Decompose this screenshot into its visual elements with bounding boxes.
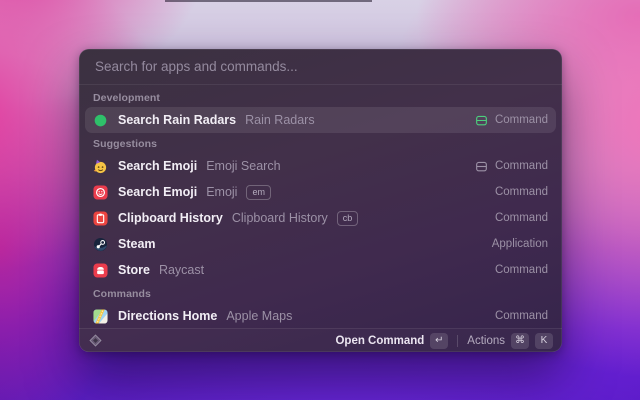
list-item[interactable]: Store Raycast Command bbox=[85, 257, 556, 283]
raycast-logo-icon bbox=[88, 333, 103, 348]
footer-actions: Open Command ↵ Actions ⌘ K bbox=[335, 332, 553, 349]
section-header: Commands bbox=[93, 288, 151, 300]
green-circle-icon bbox=[93, 113, 108, 128]
item-title: Directions Home bbox=[118, 309, 218, 323]
item-title: Clipboard History bbox=[118, 211, 223, 225]
item-accessory: Command bbox=[495, 186, 548, 198]
command-outline-icon-green bbox=[475, 114, 488, 127]
background-window-edge bbox=[165, 0, 372, 2]
item-accessory: Command bbox=[475, 114, 548, 127]
item-type-label: Command bbox=[494, 186, 548, 198]
item-accessory: Command bbox=[495, 212, 548, 224]
item-alias-badge: em bbox=[246, 184, 271, 200]
item-subtitle: Emoji bbox=[206, 185, 238, 199]
footer-divider bbox=[457, 334, 459, 347]
item-type-label: Command bbox=[494, 264, 548, 276]
item-alias-badge: cb bbox=[336, 210, 359, 226]
search-input[interactable] bbox=[93, 58, 548, 75]
item-type-label: Command bbox=[494, 212, 548, 224]
list-item[interactable]: Search Emoji Emoji em Command bbox=[85, 179, 556, 205]
results-list[interactable]: Development Search Rain Radars Rain Radars… bbox=[79, 85, 562, 328]
search-bar bbox=[79, 49, 562, 85]
item-subtitle: Raycast bbox=[158, 263, 205, 277]
section-header: Development bbox=[93, 92, 161, 104]
open-command-button[interactable]: Open Command ↵ bbox=[335, 332, 449, 349]
item-subtitle: Emoji Search bbox=[206, 159, 281, 173]
clipboard-icon bbox=[93, 210, 108, 226]
footer-bar: Open Command ↵ Actions ⌘ K bbox=[79, 328, 562, 352]
item-accessory: Command bbox=[495, 264, 548, 276]
list-item[interactable]: Clipboard History Clipboard History cb Comm… bbox=[85, 205, 556, 231]
item-subtitle: Clipboard History bbox=[231, 211, 328, 225]
maps-icon bbox=[93, 308, 108, 324]
actions-label: Actions bbox=[467, 334, 505, 347]
list-item[interactable]: Steam Application bbox=[85, 231, 556, 257]
item-type-label: Command bbox=[494, 114, 548, 126]
list-item[interactable]: Search Emoji Emoji Search Command bbox=[85, 153, 556, 179]
launcher-window: Development Search Rain Radars Rain Radars… bbox=[79, 49, 562, 352]
item-title: Search Emoji bbox=[118, 185, 198, 199]
item-subtitle: Apple Maps bbox=[226, 309, 293, 323]
red-emoji-icon bbox=[93, 184, 108, 200]
steam-icon bbox=[93, 237, 108, 252]
item-title: Search Emoji bbox=[118, 159, 198, 173]
command-key-icon: ⌘ bbox=[511, 332, 529, 349]
return-key-icon: ↵ bbox=[430, 332, 449, 349]
item-accessory: Application bbox=[492, 238, 548, 250]
item-title: Steam bbox=[118, 237, 156, 251]
list-item[interactable]: Directions Home Apple Maps Command bbox=[85, 303, 556, 328]
command-outline-icon-gray bbox=[475, 160, 488, 173]
item-title: Store bbox=[118, 263, 150, 277]
party-emoji-icon bbox=[93, 159, 108, 174]
section-header: Suggestions bbox=[93, 138, 158, 150]
open-command-label: Open Command bbox=[335, 334, 425, 347]
item-subtitle: Rain Radars bbox=[245, 113, 315, 127]
list-item[interactable]: Search Rain Radars Rain Radars Command bbox=[85, 107, 556, 133]
item-type-label: Command bbox=[494, 160, 548, 172]
item-title: Search Rain Radars bbox=[118, 113, 237, 127]
actions-button[interactable]: Actions ⌘ K bbox=[467, 332, 553, 349]
k-key-icon: K bbox=[535, 332, 553, 349]
item-type-label: Command bbox=[494, 310, 548, 322]
item-accessory: Command bbox=[495, 310, 548, 322]
item-accessory: Command bbox=[475, 160, 548, 173]
item-type-label: Application bbox=[491, 238, 548, 250]
store-icon bbox=[93, 262, 108, 278]
